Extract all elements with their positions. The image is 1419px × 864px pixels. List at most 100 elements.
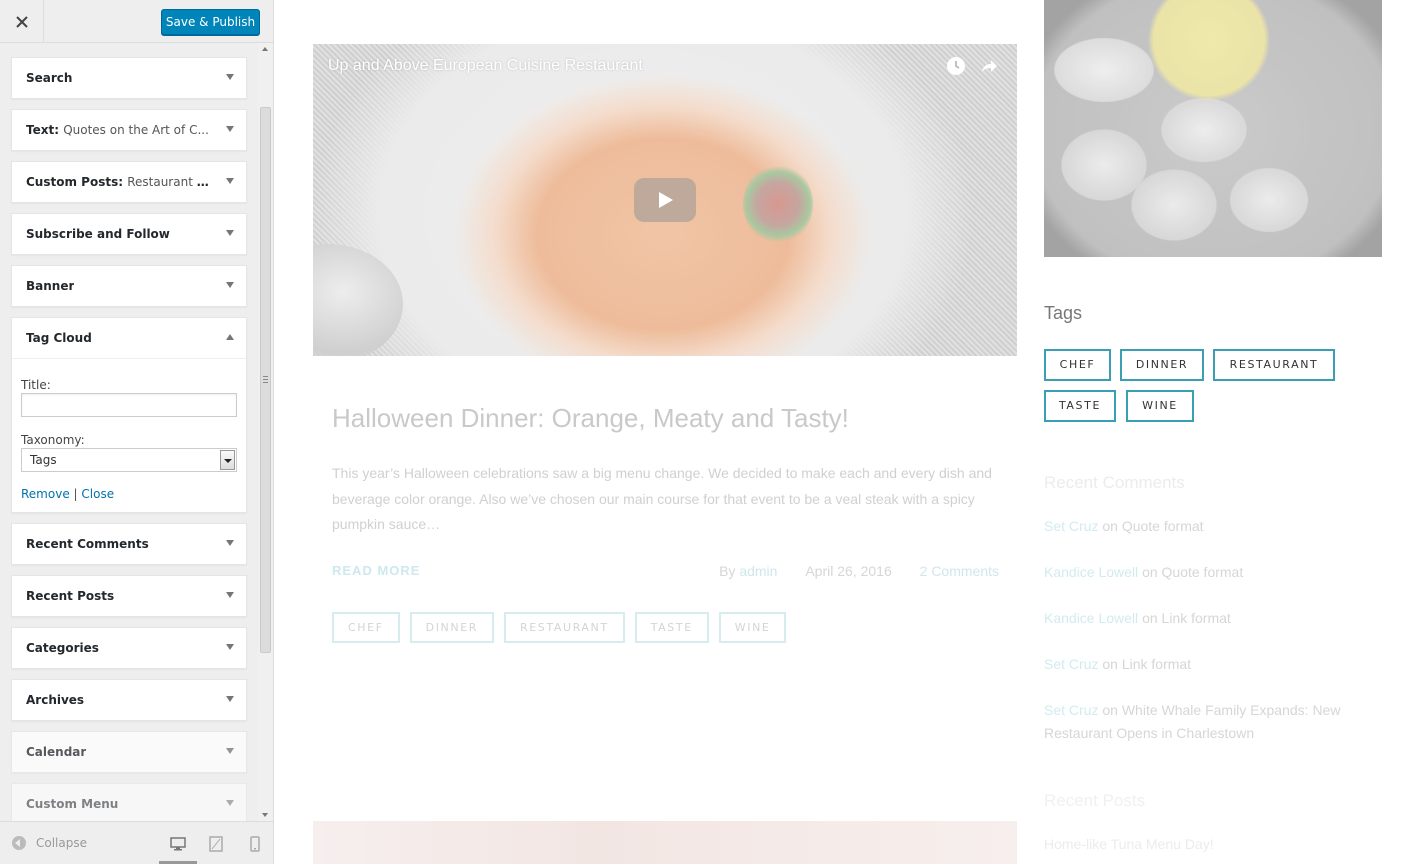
widget-header[interactable]: Subscribe and Follow bbox=[12, 214, 246, 254]
expand-arrow-icon[interactable] bbox=[226, 696, 234, 702]
comment-author-link[interactable]: Set Cruz bbox=[1044, 656, 1098, 672]
widget-header[interactable]: Tag Cloud bbox=[12, 318, 246, 358]
comment-author-link[interactable]: Set Cruz bbox=[1044, 702, 1098, 718]
comment-post-link[interactable]: Link format bbox=[1122, 656, 1191, 672]
mobile-icon bbox=[250, 836, 260, 852]
widget-header[interactable]: Categories bbox=[12, 628, 246, 668]
post-tag-restaurant[interactable]: RESTAURANT bbox=[504, 612, 625, 643]
widget-title: Calendar bbox=[26, 745, 87, 759]
widget-header[interactable]: Banner bbox=[12, 266, 246, 306]
close-widget-link[interactable]: Close bbox=[81, 487, 114, 501]
comment-author-link[interactable]: Set Cruz bbox=[1044, 518, 1098, 534]
recent-comment-item: Set Cruz on Quote format bbox=[1044, 515, 1354, 538]
expand-arrow-icon[interactable] bbox=[226, 540, 234, 546]
post-tag-dinner[interactable]: DINNER bbox=[409, 612, 495, 643]
taxonomy-select[interactable]: Tags bbox=[21, 448, 237, 472]
recent-post-link[interactable]: Home-like Tuna Menu Day! bbox=[1044, 836, 1214, 852]
comment-author-link[interactable]: Kandice Lowell bbox=[1044, 610, 1138, 626]
collapse-button[interactable]: Collapse bbox=[12, 836, 87, 850]
widget-title: Custom Posts: Restaurant Ev... bbox=[26, 175, 211, 189]
preview-desktop-button[interactable] bbox=[169, 835, 187, 853]
widget-archives[interactable]: Archives bbox=[11, 679, 247, 721]
sidebar-scrollbar[interactable] bbox=[258, 43, 273, 821]
widget-recent-posts[interactable]: Recent Posts bbox=[11, 575, 247, 617]
widget-header[interactable]: Custom Menu bbox=[12, 784, 246, 821]
post-tag-chef[interactable]: CHEF bbox=[332, 612, 400, 643]
scroll-down-icon[interactable] bbox=[262, 813, 268, 817]
widget-header[interactable]: Calendar bbox=[12, 732, 246, 772]
widget-title: Categories bbox=[26, 641, 99, 655]
next-post-image[interactable] bbox=[313, 821, 1017, 864]
widget-recent-comments[interactable]: Recent Comments bbox=[11, 523, 247, 565]
remove-widget-link[interactable]: Remove bbox=[21, 487, 70, 501]
widget-tag-cloud[interactable]: Tag Cloud Title: Taxonomy: Tags Remove |… bbox=[11, 317, 247, 513]
comment-post-link[interactable]: Quote format bbox=[1122, 518, 1204, 534]
preview-tablet-button[interactable] bbox=[207, 835, 225, 853]
post-excerpt: This year’s Halloween celebrations saw a… bbox=[332, 465, 992, 532]
tag-cloud-taste[interactable]: TASTE bbox=[1044, 390, 1116, 422]
widget-header[interactable]: Recent Comments bbox=[12, 524, 246, 564]
author-link[interactable]: admin bbox=[739, 563, 777, 579]
widget-calendar[interactable]: Calendar bbox=[11, 731, 247, 773]
tag-cloud-restaurant[interactable]: RESTAURANT bbox=[1213, 349, 1335, 381]
tag-cloud-chef[interactable]: CHEF bbox=[1044, 349, 1111, 381]
widget-custom-posts[interactable]: Custom Posts: Restaurant Ev... bbox=[11, 161, 247, 203]
save-publish-button[interactable]: Save & Publish bbox=[161, 9, 260, 35]
scroll-up-icon[interactable] bbox=[262, 47, 268, 51]
expand-arrow-icon[interactable] bbox=[226, 282, 234, 288]
recent-comment-item: Kandice Lowell on Link format bbox=[1044, 607, 1354, 630]
comment-author-link[interactable]: Kandice Lowell bbox=[1044, 564, 1138, 580]
tag-cloud-wine[interactable]: WINE bbox=[1126, 390, 1194, 422]
video-embed[interactable]: Up and Above European Cuisine Restaurant bbox=[313, 44, 1017, 356]
title-input[interactable] bbox=[21, 393, 237, 417]
widget-header[interactable]: Custom Posts: Restaurant Ev... bbox=[12, 162, 246, 202]
widget-search[interactable]: Search bbox=[11, 57, 247, 99]
widget-custom-menu[interactable]: Custom Menu bbox=[11, 783, 247, 821]
widget-header[interactable]: Recent Posts bbox=[12, 576, 246, 616]
expand-arrow-icon[interactable] bbox=[226, 230, 234, 236]
scroll-thumb[interactable] bbox=[260, 107, 271, 653]
comments-link[interactable]: 2 Comments bbox=[920, 563, 999, 579]
expand-arrow-icon[interactable] bbox=[226, 178, 234, 184]
widget-banner[interactable]: Banner bbox=[11, 265, 247, 307]
post-tags: CHEF DINNER RESTAURANT TASTE WINE bbox=[332, 612, 787, 643]
expand-arrow-icon[interactable] bbox=[226, 800, 234, 806]
watch-later-icon[interactable] bbox=[946, 56, 966, 76]
post-tag-wine[interactable]: WINE bbox=[718, 612, 787, 643]
tag-cloud-dinner[interactable]: DINNER bbox=[1120, 349, 1204, 381]
widget-title: Text: Quotes on the Art of C... bbox=[26, 123, 209, 137]
comment-post-link[interactable]: Quote format bbox=[1162, 564, 1244, 580]
oysters-photo bbox=[1044, 0, 1382, 257]
read-more-link[interactable]: READ MORE bbox=[332, 563, 420, 578]
expand-arrow-icon[interactable] bbox=[226, 592, 234, 598]
grip-icon bbox=[263, 376, 268, 383]
preview-mobile-button[interactable] bbox=[246, 835, 264, 853]
recent-comment-item: Set Cruz on Link format bbox=[1044, 653, 1354, 676]
widget-categories[interactable]: Categories bbox=[11, 627, 247, 669]
widget-header[interactable]: Search bbox=[12, 58, 246, 98]
share-icon[interactable] bbox=[979, 56, 999, 76]
customizer-app: Save & Publish Search Text: Quotes on th… bbox=[0, 0, 1419, 864]
expand-arrow-icon[interactable] bbox=[226, 748, 234, 754]
tablet-icon bbox=[209, 836, 223, 852]
by-label: By bbox=[719, 563, 736, 579]
widget-title: Custom Menu bbox=[26, 797, 119, 811]
post-meta: By admin April 26, 2016 2 Comments bbox=[719, 563, 999, 579]
video-title[interactable]: Up and Above European Cuisine Restaurant bbox=[328, 57, 643, 75]
post-title[interactable]: Halloween Dinner: Orange, Meaty and Tast… bbox=[332, 403, 849, 434]
dropdown-arrow-icon[interactable] bbox=[220, 450, 235, 470]
expand-arrow-icon[interactable] bbox=[226, 74, 234, 80]
widget-text[interactable]: Text: Quotes on the Art of C... bbox=[11, 109, 247, 151]
comment-post-link[interactable]: Link format bbox=[1162, 610, 1231, 626]
widget-header[interactable]: Archives bbox=[12, 680, 246, 720]
collapse-arrow-icon[interactable] bbox=[226, 334, 234, 340]
post-tag-taste[interactable]: TASTE bbox=[634, 612, 709, 643]
expand-arrow-icon[interactable] bbox=[226, 644, 234, 650]
close-customizer-button[interactable] bbox=[0, 0, 44, 43]
widget-header[interactable]: Text: Quotes on the Art of C... bbox=[12, 110, 246, 150]
expand-arrow-icon[interactable] bbox=[226, 126, 234, 132]
sidebar-banner-image[interactable] bbox=[1044, 0, 1382, 257]
play-button[interactable] bbox=[634, 178, 696, 222]
on-label: on bbox=[1102, 702, 1118, 718]
widget-subscribe-follow[interactable]: Subscribe and Follow bbox=[11, 213, 247, 255]
